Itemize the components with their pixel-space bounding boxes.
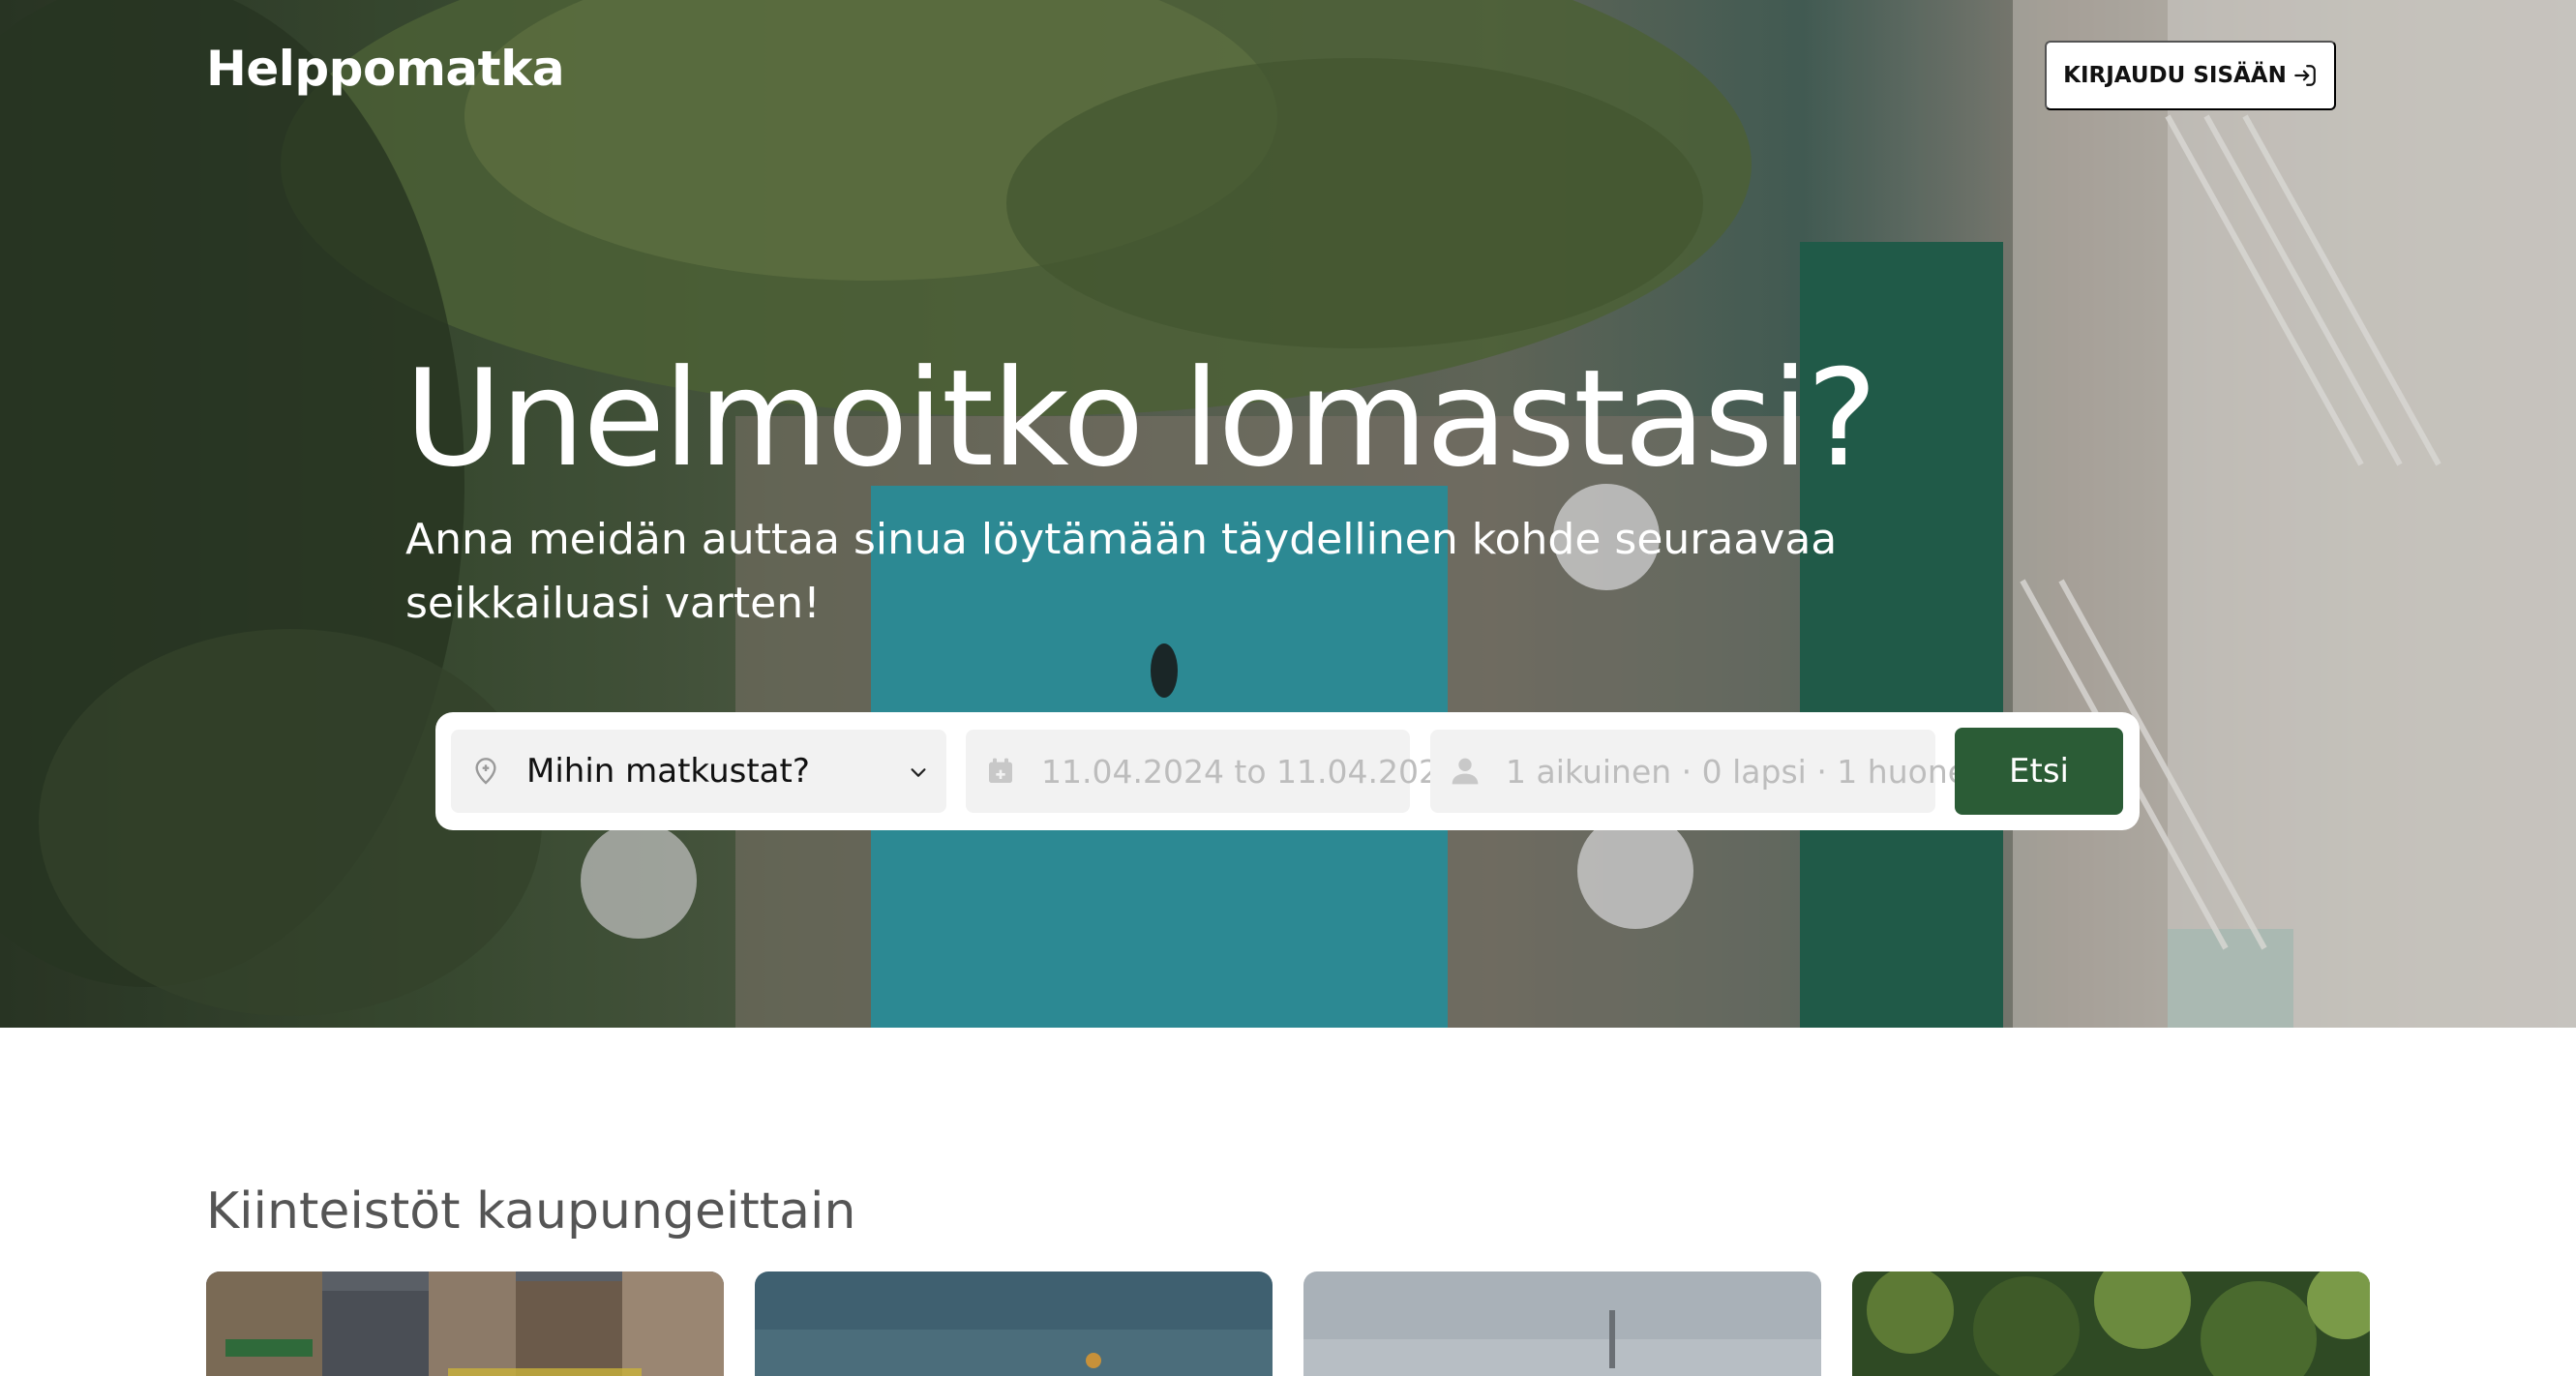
map-pin-icon [475, 758, 496, 785]
login-arrow-icon [2294, 65, 2316, 86]
city-card-image [1303, 1271, 1821, 1376]
hero-title: Unelmoitko lomastasi? [404, 341, 1877, 496]
city-card-image [1852, 1271, 2370, 1376]
login-label: KIRJAUDU SISÄÄN [2063, 63, 2287, 88]
city-card[interactable] [206, 1271, 724, 1376]
brand-logo[interactable]: Helppomatka [206, 41, 565, 97]
guests-field[interactable]: 1 aikuinen · 0 lapsi · 1 huone [1430, 730, 1967, 813]
city-card-image [755, 1271, 1273, 1376]
city-cards [206, 1271, 2370, 1376]
login-button[interactable]: KIRJAUDU SISÄÄN [2045, 41, 2336, 110]
person-icon [1452, 758, 1479, 785]
city-card-image [206, 1271, 724, 1376]
destination-select[interactable]: Mihin matkustat? [451, 730, 946, 813]
calendar-plus-icon [989, 758, 1012, 783]
city-card[interactable] [755, 1271, 1273, 1376]
chevron-down-icon [911, 768, 926, 777]
city-card[interactable] [1303, 1271, 1821, 1376]
section-title-cities: Kiinteistöt kaupungeittain [206, 1182, 856, 1241]
date-range-field[interactable]: 11.04.2024 to 11.04.2024 [966, 730, 1459, 813]
hero-section: Helppomatka KIRJAUDU SISÄÄN Unelmoitko l… [0, 0, 2576, 1028]
search-bar: Mihin matkustat? 11.04.2024 to 11.04.202… [435, 712, 2140, 830]
date-range-placeholder: 11.04.2024 to 11.04.2024 [1041, 752, 1459, 791]
search-button[interactable]: Etsi [1955, 728, 2123, 815]
hero-subtitle: Anna meidän auttaa sinua löytämään täyde… [405, 515, 1838, 628]
guests-placeholder: 1 aikuinen · 0 lapsi · 1 huone [1506, 752, 1968, 791]
destination-value: Mihin matkustat? [526, 752, 810, 791]
city-card[interactable] [1852, 1271, 2370, 1376]
